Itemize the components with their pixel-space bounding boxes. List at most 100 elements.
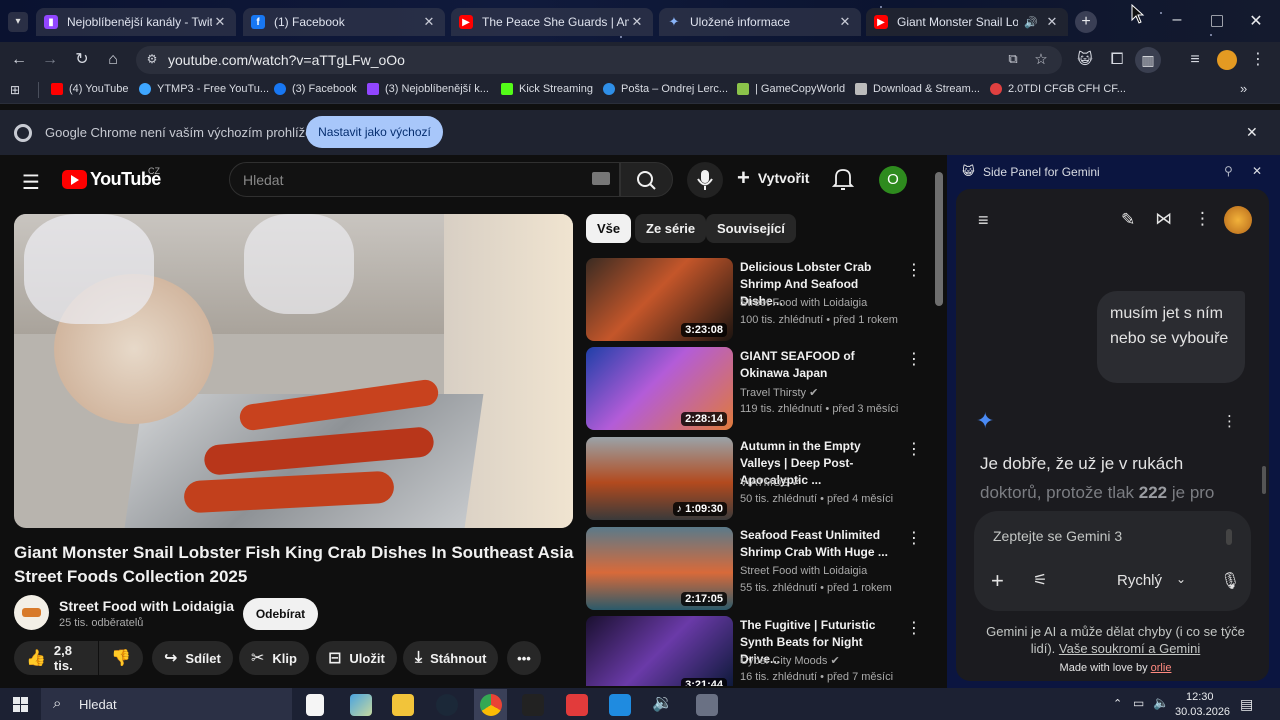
bookmark-download-stream[interactable]: Download & Stream... xyxy=(855,83,980,95)
gemini-menu-icon[interactable]: ≡ xyxy=(978,210,989,231)
new-tab-button[interactable]: + xyxy=(1075,11,1097,33)
notification-center-icon[interactable]: ▤ xyxy=(1240,696,1253,713)
extension-cat-icon[interactable]: 😺 xyxy=(1075,50,1095,70)
tab-gemini-saved[interactable]: ✦ Uložené informace ✕ xyxy=(659,8,861,36)
bookmark-posta[interactable]: Pošta – Ondrej Lerc... xyxy=(603,83,728,95)
side-panel-button[interactable]: ▥ xyxy=(1135,47,1161,73)
notifications-button[interactable] xyxy=(831,167,855,196)
download-button[interactable]: ⤓ Stáhnout xyxy=(403,641,499,675)
apps-grid-icon[interactable]: ⊞ xyxy=(10,83,24,97)
media-control-icon[interactable]: ≡ xyxy=(1185,50,1205,70)
recommendation-thumbnail[interactable]: 3:21:44 xyxy=(586,616,733,686)
page-scrollbar[interactable] xyxy=(935,172,943,306)
back-icon[interactable]: ← xyxy=(9,50,29,70)
extensions-icon[interactable]: ⧠ xyxy=(1107,50,1127,70)
tools-icon[interactable]: ⚟ xyxy=(1033,570,1047,590)
youtube-logo-icon[interactable] xyxy=(62,170,87,189)
triangle-app-icon[interactable] xyxy=(522,694,544,716)
gemini-prompt-input[interactable]: Zeptejte se Gemini 3 xyxy=(993,528,1122,544)
chevron-down-icon[interactable]: ⌄ xyxy=(1176,572,1186,586)
tab-youtube-active[interactable]: ▶ Giant Monster Snail Lobster 🔊 ✕ xyxy=(866,8,1068,36)
window-close-button[interactable]: ✕ xyxy=(1247,11,1265,31)
volume-app-icon[interactable]: 🔉 xyxy=(652,693,673,713)
side-panel-close-icon[interactable]: ✕ xyxy=(1252,164,1262,178)
close-icon[interactable]: ✕ xyxy=(212,14,228,30)
plus-icon[interactable]: + xyxy=(991,568,1004,594)
adobe-icon[interactable] xyxy=(566,694,588,716)
recommendation-thumbnail[interactable]: 2:28:14 xyxy=(586,347,733,430)
bookmark-kick[interactable]: Kick Streaming xyxy=(501,83,593,95)
bookmark-twitch[interactable]: (3) Nejoblíbenější k... xyxy=(367,83,489,95)
steam-icon[interactable] xyxy=(436,694,458,716)
bookmark-star-icon[interactable]: ☆ xyxy=(1032,50,1050,68)
file-icon[interactable] xyxy=(306,694,324,716)
infobar-close-icon[interactable]: ✕ xyxy=(1246,124,1258,141)
recommendation-channel[interactable]: VIATMOS ✔ xyxy=(740,476,801,489)
close-icon[interactable]: ✕ xyxy=(1044,14,1060,30)
account-avatar[interactable]: O xyxy=(879,166,907,194)
close-icon[interactable]: ✕ xyxy=(629,14,645,30)
pin-icon[interactable]: ⚲ xyxy=(1224,164,1233,178)
like-button[interactable]: 👍 2,8 tis. xyxy=(14,641,98,675)
more-vertical-icon[interactable]: ⋮ xyxy=(1222,412,1237,430)
microphone-icon[interactable]: 🎙 xyxy=(1220,571,1240,591)
author-link[interactable]: orlie xyxy=(1151,662,1172,674)
audio-icon[interactable]: 🔊 xyxy=(1024,16,1038,29)
dislike-button[interactable]: 👎 xyxy=(99,641,143,675)
profile-avatar[interactable] xyxy=(1217,50,1237,70)
tab-twitch[interactable]: ▮ Nejoblíbenější kanály - Twitch ✕ xyxy=(36,8,236,36)
site-info-icon[interactable]: ⚙ xyxy=(144,52,160,68)
clock-time[interactable]: 12:30 xyxy=(1186,691,1214,703)
chrome-icon[interactable] xyxy=(480,694,502,716)
chip-all[interactable]: Vše xyxy=(586,214,632,243)
taskbar-search-box[interactable]: ⌕ Hledat xyxy=(41,688,292,720)
share-button[interactable]: ↪ Sdílet xyxy=(152,641,233,675)
create-button[interactable]: + Vytvořit xyxy=(737,167,809,189)
search-button[interactable] xyxy=(620,162,673,197)
more-vertical-icon[interactable]: ⋮ xyxy=(906,349,922,369)
windows-start-button[interactable] xyxy=(13,697,28,712)
share-icon[interactable]: ⋈ xyxy=(1155,209,1172,229)
url-text[interactable]: youtube.com/watch?v=aTTgLFw_oOo xyxy=(168,52,405,68)
gemini-avatar[interactable] xyxy=(1224,206,1252,234)
remote-app-icon[interactable] xyxy=(609,694,631,716)
close-icon[interactable]: ✕ xyxy=(837,14,853,30)
recommendation-channel[interactable]: Street Food with Loidaigia xyxy=(740,565,867,577)
photos-icon[interactable] xyxy=(350,694,372,716)
install-icon[interactable]: ⧉ xyxy=(1004,51,1022,69)
recommendation-channel[interactable]: Street Food with Loidaigia xyxy=(740,297,867,309)
voice-search-button[interactable] xyxy=(687,162,723,198)
more-vertical-icon[interactable]: ⋮ xyxy=(906,618,922,638)
keyboard-icon[interactable] xyxy=(592,172,610,185)
recommendation-title[interactable]: GIANT SEAFOOD of Okinawa Japan xyxy=(740,348,900,382)
tray-chevron-up-icon[interactable]: ⌃ xyxy=(1113,697,1122,710)
clock-date[interactable]: 30.03.2026 xyxy=(1175,706,1230,718)
privacy-link[interactable]: Vaše soukromí a Gemini xyxy=(1059,641,1200,656)
chat-scrollbar[interactable] xyxy=(1262,466,1266,494)
bookmark-youtube[interactable]: (4) YouTube xyxy=(51,83,129,95)
recommendation-thumbnail[interactable]: 3:23:08 xyxy=(586,258,733,341)
recommendation-thumbnail[interactable]: 2:17:05 xyxy=(586,527,733,610)
more-actions-button[interactable]: ••• xyxy=(507,641,541,675)
recommendation-channel[interactable]: Cyber City Moods ✔ xyxy=(740,654,840,667)
chip-related[interactable]: Související xyxy=(706,214,796,243)
more-bookmarks-icon[interactable]: » xyxy=(1240,81,1247,96)
bookmark-ytmp3[interactable]: YTMP3 - Free YouTu... xyxy=(139,83,269,95)
tab-facebook[interactable]: f (1) Facebook ✕ xyxy=(243,8,445,36)
bookmark-facebook[interactable]: (3) Facebook xyxy=(274,83,357,95)
home-icon[interactable]: ⌂ xyxy=(103,50,123,70)
mode-selector[interactable]: Rychlý xyxy=(1117,572,1162,589)
menu-icon[interactable]: ⋮ xyxy=(1248,50,1268,70)
recommendation-thumbnail[interactable]: ♪ 1:09:30 xyxy=(586,437,733,520)
folder-icon[interactable] xyxy=(392,694,414,716)
maximize-button[interactable] xyxy=(1211,15,1223,27)
minimize-button[interactable]: – xyxy=(1168,11,1186,31)
recommendation-title[interactable]: Seafood Feast Unlimited Shrimp Crab With… xyxy=(740,527,900,561)
more-vertical-icon[interactable]: ⋮ xyxy=(1194,209,1211,229)
bookmark-gamecopyworld[interactable]: | GameCopyWorld xyxy=(737,83,845,95)
video-player[interactable] xyxy=(14,214,573,528)
chip-series[interactable]: Ze série xyxy=(635,214,707,243)
search-input[interactable]: Hledat xyxy=(243,172,283,188)
more-vertical-icon[interactable]: ⋮ xyxy=(906,528,922,548)
save-button[interactable]: ⊟ Uložit xyxy=(316,641,397,675)
